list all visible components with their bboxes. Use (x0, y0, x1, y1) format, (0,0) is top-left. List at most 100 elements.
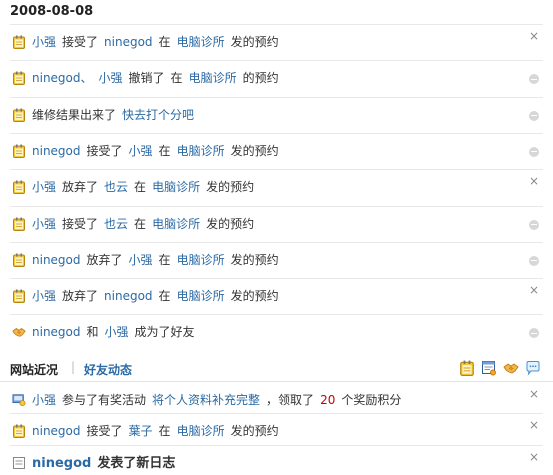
feed-item-text: ninegod 和小强 成为了好友 (32, 324, 201, 340)
feed-link[interactable]: 电脑诊所 (177, 35, 225, 49)
feed-link[interactable]: ninegod (104, 35, 153, 49)
remove-icon[interactable] (529, 255, 539, 266)
feed-link[interactable]: 将个人资料补充完整 (152, 393, 260, 407)
feed-link[interactable]: ninegod (104, 289, 153, 303)
notepad-icon (12, 180, 26, 194)
feed-link[interactable]: ninegod (32, 144, 81, 158)
feed-text: 参与了有奖活动 (62, 393, 147, 407)
speech-bubble-icon[interactable] (525, 360, 541, 376)
feed-text: 发的预约 (230, 35, 279, 49)
feed-link[interactable]: 小强 (32, 180, 56, 194)
remove-icon[interactable] (529, 74, 539, 85)
close-icon[interactable]: × (529, 451, 539, 463)
feed-link[interactable]: ninegod、 (32, 71, 93, 85)
feed-text: 在 (158, 35, 171, 49)
feed-text: 维修结果出来了 (32, 107, 117, 122)
feed-link[interactable]: 小强 (129, 253, 153, 267)
remove-icon[interactable] (529, 328, 539, 339)
notepad-icon (12, 35, 26, 49)
feed-item-text: ninegod 放弃了 小强在电脑诊所 发的预约 (32, 252, 285, 268)
feed-link[interactable]: 小强 (32, 35, 56, 49)
feed-text: 发的预约 (230, 289, 279, 304)
feed-text: 放弃了 (86, 252, 123, 267)
feed-item: 小强 接受了 ninegod 在电脑诊所 发的预约 × (10, 24, 543, 60)
feed-text: 发的预约 (230, 252, 279, 267)
feed-link[interactable]: 小强 (32, 289, 56, 303)
feed-text: 个奖励积分 (341, 393, 402, 407)
news-icon[interactable] (481, 360, 497, 376)
feed-item: ninegod 接受了 小强在电脑诊所 发的预约 (10, 132, 543, 169)
points-value: 20 (320, 393, 336, 407)
feed-text: 在 (134, 216, 147, 231)
close-icon[interactable]: × (529, 388, 539, 400)
feed-text: 的预约 (242, 71, 279, 86)
feed-link[interactable]: 快去打个分吧 (122, 108, 194, 122)
feed-text: 在 (158, 252, 171, 267)
remove-icon[interactable] (529, 146, 539, 157)
notepad-icon (12, 217, 26, 231)
feed-link[interactable]: 小强 (32, 393, 56, 407)
close-icon[interactable]: × (529, 284, 539, 296)
feed-item-text: ninegod、 小强 撤销了在电脑诊所 的预约 (32, 70, 285, 86)
feed-item-text: ninegod 接受了 葉子在电脑诊所 发的预约 (32, 423, 285, 439)
handshake-icon[interactable] (503, 360, 519, 376)
feed-link[interactable]: 小强 (129, 144, 153, 158)
feed-item: 维修结果出来了 快去打个分吧 (10, 96, 543, 133)
close-icon[interactable]: × (529, 175, 539, 187)
feed-text: 和 (86, 325, 99, 340)
feed-link[interactable]: 小强 (32, 217, 56, 231)
feed-text: 接受了 (86, 424, 123, 438)
remove-icon[interactable] (529, 219, 539, 230)
feed-link[interactable]: ninegod (32, 424, 81, 438)
feed-text: 发的预约 (230, 424, 279, 438)
notepad-icon (12, 424, 26, 438)
feed-item-text: 小强 放弃了 也云在电脑诊所 发的预约 (32, 179, 260, 195)
feed-link[interactable]: 电脑诊所 (177, 424, 225, 438)
feed-link[interactable]: 电脑诊所 (177, 289, 225, 303)
feed-text: 发的预约 (206, 180, 255, 195)
notepad-icon (12, 108, 26, 122)
feed-link[interactable]: 也云 (104, 217, 128, 231)
feed-link[interactable]: 电脑诊所 (189, 71, 237, 85)
feed-item: ninegod 和小强 成为了好友 (10, 314, 543, 350)
tab-site-news[interactable]: 网站近况 (10, 361, 58, 378)
feed-link[interactable]: 小强 (99, 71, 123, 85)
remove-icon[interactable] (529, 110, 539, 121)
feed-text: 撤销了 (128, 71, 165, 86)
feed-text: 在 (170, 71, 183, 86)
feed-text: 成为了好友 (134, 325, 195, 340)
feed-text: 在 (158, 289, 171, 304)
feed-filter-icons (459, 360, 545, 376)
feed-text: 放弃了 (62, 180, 99, 195)
notepad-icon (12, 71, 26, 85)
feed-link[interactable]: 电脑诊所 (152, 180, 200, 194)
notepad-icon[interactable] (459, 360, 475, 376)
feed-link[interactable]: 电脑诊所 (177, 144, 225, 158)
feed-tabs: 网站近况 | 好友动态 (0, 354, 553, 382)
feed-text: 放弃了 (62, 289, 99, 304)
feed-text: 在 (158, 143, 171, 158)
feed-link[interactable]: 电脑诊所 (177, 253, 225, 267)
feed-link[interactable]: 葉子 (129, 424, 153, 438)
feed-text: 发的预约 (230, 143, 279, 158)
feed-link[interactable]: 小强 (105, 325, 129, 339)
close-icon[interactable]: × (529, 419, 539, 431)
close-icon[interactable]: × (529, 30, 539, 42)
feed-link[interactable]: ninegod (32, 253, 81, 267)
notepad-icon (12, 144, 26, 158)
tab-separator: | (71, 360, 76, 374)
feed-item-text: 维修结果出来了 快去打个分吧 (32, 107, 200, 123)
tab-friend-activity[interactable]: 好友动态 (84, 361, 132, 378)
notepad-icon (12, 289, 26, 303)
handshake-icon (12, 325, 26, 339)
feed-link[interactable]: ninegod (32, 325, 81, 339)
feed-item-text: 小强 参与了有奖活动 将个人资料补充完整 ，领取了 20 个奖励积分 (32, 392, 407, 408)
reward-icon (12, 393, 26, 407)
feed-text: ，领取了 (266, 393, 315, 407)
blog-icon (12, 456, 26, 470)
feed-item-text: ninegod 发表了新日志 (32, 455, 181, 472)
feed-text: 在 (158, 424, 171, 438)
feed-link[interactable]: 电脑诊所 (152, 217, 200, 231)
feed-link[interactable]: 也云 (104, 180, 128, 194)
feed-text: 接受了 (86, 143, 123, 158)
